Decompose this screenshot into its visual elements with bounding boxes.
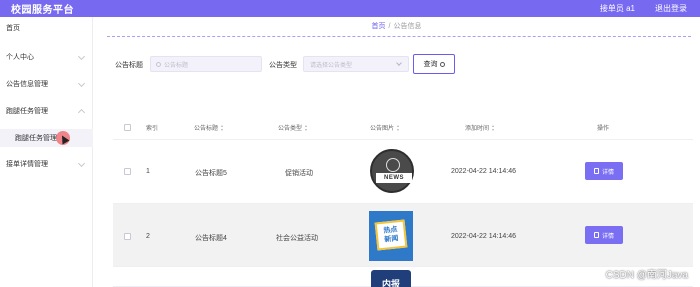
top-bar: 校园服务平台 接单员 a1 退出登录 — [0, 0, 700, 17]
detail-button-label: 详情 — [601, 169, 614, 176]
hot-news-text-2: 新闻 — [384, 235, 399, 244]
header-type[interactable]: 公告类型 — [278, 123, 308, 132]
sort-icon — [491, 124, 495, 131]
type-select[interactable]: 请选择公告类型 — [303, 56, 409, 72]
cell-index: 1 — [146, 168, 150, 175]
cell-title: 公告标题5 — [195, 170, 227, 177]
cell-time: 2022-04-22 14:14:46 — [451, 168, 516, 175]
cell-index: 2 — [146, 233, 150, 240]
cell-type: 社会公益活动 — [276, 235, 318, 242]
app-title: 校园服务平台 — [11, 5, 74, 16]
chevron-down-icon — [77, 159, 86, 168]
main-content: 首页 / 公告信息 公告标题 公告标题 公告类型 请选择公告类型 查询 索引 公告标… — [93, 17, 700, 287]
watermark: CSDN @南河Java — [605, 270, 688, 281]
title-search-placeholder: 公告标题 — [164, 62, 189, 69]
sidebar-item-errand-management[interactable]: 跑腿任务管理 — [0, 103, 93, 119]
sidebar-subitem-errand-management[interactable]: 跑腿任务管理 — [0, 129, 93, 147]
document-icon — [593, 168, 599, 174]
sidebar-item-order-details[interactable]: 接单详情管理 — [0, 156, 93, 172]
select-all-checkbox[interactable] — [124, 124, 131, 131]
table-header: 索引 公告标题 公告类型 公告图片 添加时间 操作 — [113, 116, 693, 140]
divider — [107, 36, 691, 37]
top-right-area: 接单员 a1 退出登录 — [600, 0, 700, 17]
globe-icon — [386, 158, 400, 172]
sidebar-item-personal-center[interactable]: 个人中心 — [0, 49, 93, 65]
partial-image-text: 内报 — [381, 279, 400, 287]
partial-image: 内报 — [371, 270, 411, 287]
title-search-input[interactable]: 公告标题 — [150, 56, 262, 72]
search-bar: 公告标题 公告标题 公告类型 请选择公告类型 查询 — [93, 53, 700, 74]
search-icon — [439, 61, 445, 67]
chevron-up-icon — [77, 108, 86, 117]
header-time-label: 添加时间 — [465, 126, 490, 132]
detail-button-label: 详情 — [601, 233, 614, 240]
logout-link[interactable]: 退出登录 — [655, 3, 687, 14]
type-select-placeholder: 请选择公告类型 — [310, 62, 353, 69]
table-row: 2 公告标题4 社会公益活动 热点 新闻 2022-04-22 14:14:46… — [113, 204, 693, 267]
document-icon — [593, 232, 599, 238]
search-button-label: 查询 — [423, 61, 438, 68]
breadcrumb-home[interactable]: 首页 — [372, 23, 386, 30]
header-image-label: 公告图片 — [370, 126, 395, 132]
cell-type: 促销活动 — [285, 170, 313, 177]
sidebar-item-label: 个人中心 — [6, 54, 34, 61]
sidebar-item-label: 接单详情管理 — [6, 161, 48, 168]
news-image-text: NEWS — [376, 173, 412, 183]
cell-time: 2022-04-22 14:14:46 — [451, 233, 516, 240]
chevron-down-icon — [77, 52, 86, 61]
sort-icon — [396, 124, 400, 131]
sidebar: 首页 个人中心 公告信息管理 跑腿任务管理 跑腿任务管理 接单详情管理 — [0, 17, 93, 287]
hot-news-image: 热点 新闻 — [369, 211, 413, 261]
sidebar-item-label: 跑腿任务管理 — [15, 135, 57, 142]
detail-button[interactable]: 详情 — [585, 226, 623, 244]
sidebar-item-notice-management[interactable]: 公告信息管理 — [0, 76, 93, 92]
news-image: NEWS — [370, 149, 414, 193]
header-time[interactable]: 添加时间 — [465, 123, 495, 132]
header-title-label: 公告标题 — [194, 126, 219, 132]
title-filter-label: 公告标题 — [115, 62, 143, 69]
sidebar-item-label: 首页 — [6, 25, 20, 32]
breadcrumb-separator: / — [388, 23, 391, 30]
sidebar-item-label: 跑腿任务管理 — [6, 108, 48, 115]
row-checkbox[interactable] — [124, 168, 131, 175]
header-title[interactable]: 公告标题 — [194, 123, 224, 132]
sidebar-item-home[interactable]: 首页 — [0, 20, 93, 36]
sort-icon — [220, 124, 224, 131]
breadcrumb: 首页 / 公告信息 — [93, 21, 700, 31]
search-icon — [156, 61, 161, 67]
breadcrumb-current: 公告信息 — [393, 23, 422, 30]
row-checkbox[interactable] — [124, 233, 131, 240]
cell-title: 公告标题4 — [195, 235, 227, 242]
header-type-label: 公告类型 — [278, 126, 303, 132]
chevron-down-icon — [77, 79, 86, 88]
sort-icon — [304, 124, 308, 131]
header-action: 操作 — [597, 126, 610, 132]
current-user: 接单员 a1 — [599, 4, 635, 13]
table-row: 1 公告标题5 促销活动 NEWS 2022-04-22 14:14:46 详情 — [113, 141, 693, 204]
hot-news-badge: 热点 新闻 — [374, 219, 408, 251]
detail-button[interactable]: 详情 — [585, 162, 623, 180]
header-index: 索引 — [146, 126, 159, 132]
sidebar-item-label: 公告信息管理 — [6, 81, 48, 88]
search-button[interactable]: 查询 — [413, 54, 455, 74]
chevron-down-icon — [396, 60, 402, 66]
header-image[interactable]: 公告图片 — [370, 123, 400, 132]
type-filter-label: 公告类型 — [269, 62, 297, 69]
